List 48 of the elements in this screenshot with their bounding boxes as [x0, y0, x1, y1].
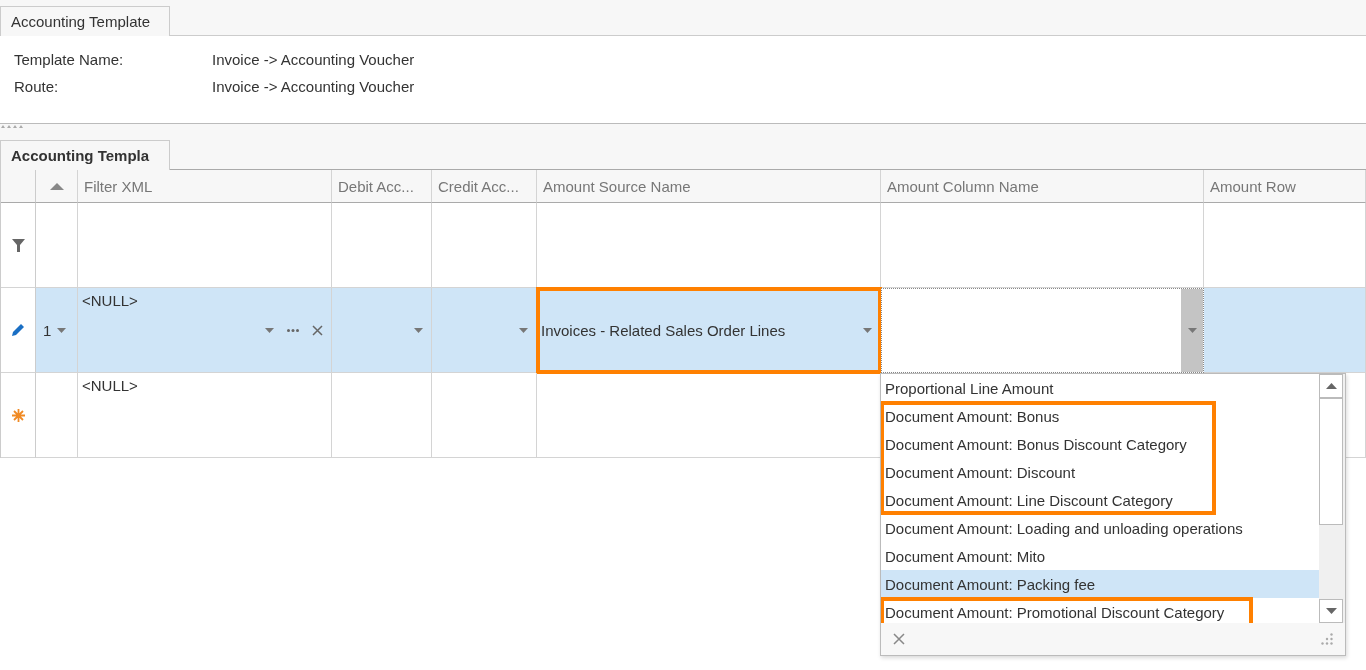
table-cell: <NULL> [78, 373, 332, 458]
dropdown-item[interactable]: Document Amount: Bonus Discount Category [881, 430, 1215, 458]
asterisk-icon [11, 408, 25, 422]
column-header[interactable]: Debit Acc... [332, 170, 432, 203]
combo-field[interactable]: Invoices - Related Sales Order Lines [537, 288, 881, 373]
resize-grip-icon[interactable] [1321, 633, 1333, 645]
column-header[interactable]: Amount Column Name [881, 170, 1204, 203]
caret-icon [265, 327, 274, 333]
field-label: Template Name: [14, 51, 125, 68]
row-indicator[interactable] [1, 203, 36, 288]
tab[interactable]: Accounting Template [0, 6, 170, 36]
field-value: Invoice -> Accounting Voucher [212, 78, 416, 95]
dropdown-item[interactable]: Document Amount: Packing fee [881, 570, 1319, 598]
field-label: Route: [14, 78, 60, 95]
scroll-down-button[interactable] [1319, 599, 1343, 623]
down-arrow-icon [1325, 608, 1337, 614]
up-arrow-icon [1325, 383, 1337, 389]
dropdown-item[interactable]: Document Amount: Mito [881, 542, 1319, 570]
column-header[interactable]: Amount Row [1204, 170, 1366, 203]
dropdown-item[interactable]: Document Amount: Promotional Discount Category [881, 598, 1253, 623]
tab[interactable]: Accounting Templa [0, 140, 170, 170]
splitter-grip-icon[interactable] [1, 124, 23, 129]
clear-icon[interactable] [312, 324, 323, 336]
column-header[interactable]: Filter XML [78, 170, 332, 203]
scroll-up-button[interactable] [1319, 374, 1343, 398]
dropdown-item[interactable]: Document Amount: Discount [881, 458, 1215, 486]
scrollbar[interactable] [1319, 374, 1345, 623]
dropdown-item[interactable]: Document Amount: Loading and unloading operations [881, 514, 1319, 542]
field-value: Invoice -> Accounting Voucher [212, 51, 416, 68]
caret-icon [519, 327, 528, 333]
row-header[interactable]: 1 [36, 288, 78, 373]
dropdown-item[interactable]: Proportional Line Amount [881, 374, 1319, 402]
caret-icon [863, 327, 872, 333]
caret-icon [414, 327, 423, 333]
sort-header[interactable] [36, 170, 78, 203]
combo-field[interactable] [881, 288, 1204, 373]
dropdown-item[interactable]: Document Amount: Bonus [881, 402, 1215, 430]
filter-icon[interactable] [11, 238, 25, 252]
ellipsis-icon[interactable] [287, 328, 299, 332]
scroll-thumb[interactable] [1319, 398, 1343, 525]
caret-icon [57, 327, 67, 333]
clear-icon[interactable] [893, 633, 905, 645]
column-header[interactable]: Amount Source Name [537, 170, 881, 203]
column-header[interactable]: Credit Acc... [432, 170, 537, 203]
dropdown-item[interactable]: Document Amount: Line Discount Category [881, 486, 1215, 514]
row-number: 1 [43, 321, 52, 339]
caret-icon [1187, 328, 1197, 333]
lookup-field[interactable]: <NULL> [78, 288, 332, 373]
